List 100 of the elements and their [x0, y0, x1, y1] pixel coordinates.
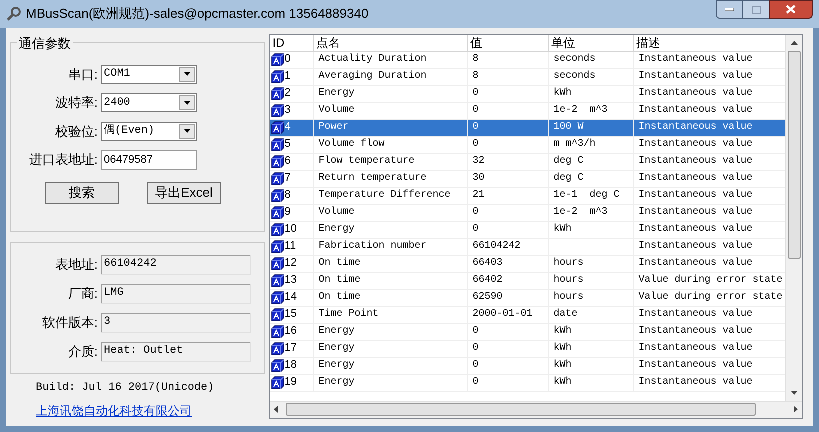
table-cell-text: 19: [284, 375, 297, 390]
table-row[interactable]: 0 Actuality Duration 8 seconds Instantaneous value: [270, 52, 786, 68]
table-row[interactable]: 13 On time 66402 hours Value during error state: [270, 272, 786, 290]
close-icon: [786, 5, 796, 14]
table-row[interactable]: 2 Energy 0 kWh Instantaneous value: [270, 86, 786, 102]
table-cell-text: Energy: [318, 325, 355, 339]
table-cell-text: 13: [284, 273, 297, 288]
table-cell-text: 1e-2 m^3: [554, 104, 608, 118]
table-cell-text: On time: [318, 290, 361, 305]
table-cell-text: Energy: [318, 376, 355, 390]
table-row[interactable]: 8 Temperature Difference 21 1e-1 deg C Instantaneous value: [270, 188, 786, 204]
table-cell-text: 0: [472, 104, 479, 118]
table-row[interactable]: 9 Volume 0 1e-2 m^3 Instantaneous value: [270, 204, 786, 222]
table-row[interactable]: 16 Energy 0 kWh Instantaneous value: [270, 324, 786, 340]
table-cell-text: 11: [284, 239, 296, 254]
maximize-icon: [752, 6, 760, 14]
table-cell-text: date: [554, 308, 578, 322]
table-cell-text: 4: [284, 120, 291, 136]
field-label: 进口表地址:: [28, 151, 98, 170]
table-cell-text: 0: [472, 138, 479, 152]
table-cell-text: Flow temperature: [318, 154, 415, 169]
table-row[interactable]: 3 Volume 0 1e-2 m^3 Instantaneous value: [270, 102, 786, 120]
table-cell-text: 100 W: [554, 121, 584, 135]
table-row[interactable]: 14 On time 62590 hours Value during error state: [270, 290, 786, 306]
field-label: 校验位:: [54, 122, 98, 140]
table-cell-text: Value during error state: [638, 290, 783, 305]
table-cell-text: 0: [472, 376, 479, 390]
table-cell-text: 32: [472, 155, 485, 169]
readonly-field: 66104242: [101, 254, 251, 274]
column-header[interactable]: 值: [468, 34, 549, 50]
table-cell-text: 3: [284, 103, 291, 118]
table-cell-text: Instantaneous value: [638, 70, 753, 84]
table-row[interactable]: 18 Energy 0 kWh Instantaneous value: [270, 358, 786, 374]
table-row[interactable]: 10 Energy 0 kWh Instantaneous value: [270, 222, 786, 238]
table-cell-text: 18: [284, 358, 297, 374]
scroll-thumb[interactable]: [788, 50, 801, 258]
table-cell-text: Energy: [318, 223, 355, 237]
table-cell-text: 66104242: [472, 240, 521, 254]
table-cell-text: seconds: [554, 52, 596, 67]
table-row[interactable]: 19 Energy 0 kWh Instantaneous value: [270, 374, 786, 392]
table-cell-text: Instantaneous value: [638, 206, 753, 220]
table-cell-text: 62590: [472, 291, 503, 305]
table-cell-text: Instantaneous value: [638, 308, 753, 322]
dropdown-arrow-icon: [184, 72, 190, 76]
column-header[interactable]: ID: [270, 34, 314, 50]
horizontal-scrollbar[interactable]: [270, 400, 802, 418]
table-cell-text: 1e-2 m^3: [554, 206, 608, 220]
maximize-button[interactable]: [743, 0, 769, 19]
input-field[interactable]: 06479587: [101, 150, 197, 170]
table-row[interactable]: 4 Power 0 100 W Instantaneous value: [270, 120, 786, 136]
table-cell-text: Averaging Duration: [318, 70, 427, 84]
table-cell-text: 0: [472, 325, 479, 339]
table-cell-text: Power: [318, 121, 349, 135]
field-label: 表地址:: [54, 256, 98, 274]
export-button[interactable]: 导出Excel: [147, 182, 221, 204]
table-cell-text: 8: [284, 188, 291, 204]
readonly-field: LMG: [101, 284, 251, 304]
table-cell-text: Instantaneous value: [638, 86, 753, 101]
table-cell-text: Instantaneous value: [638, 120, 753, 135]
table-cell-text: Instantaneous value: [638, 52, 753, 67]
field-label: 串口:: [67, 66, 98, 84]
field-label: 软件版本:: [41, 314, 98, 332]
table-cell-text: Return temperature: [318, 172, 427, 186]
table-row[interactable]: 17 Energy 0 kWh Instantaneous value: [270, 340, 786, 358]
scroll-thumb[interactable]: [286, 403, 756, 416]
search-button[interactable]: 搜索: [45, 182, 119, 204]
vertical-scrollbar[interactable]: [785, 34, 802, 400]
table-cell-text: Temperature Difference: [318, 188, 451, 203]
table-cell-text: Time Point: [318, 308, 379, 322]
dropdown[interactable]: 偶(Even): [101, 122, 197, 141]
dropdown[interactable]: COM1: [101, 64, 197, 84]
dropdown[interactable]: 2400: [101, 93, 197, 112]
close-button[interactable]: [769, 0, 813, 19]
table-cell-text: 15: [284, 307, 297, 322]
table-row[interactable]: 6 Flow temperature 32 deg C Instantaneous value: [270, 154, 786, 170]
table-cell-text: 30: [472, 172, 485, 186]
table-cell-text: Fabrication number: [318, 240, 427, 254]
table-cell-text: Value during error state: [638, 274, 783, 288]
table-cell-text: 0: [472, 342, 479, 356]
table-cell-text: Actuality Duration: [318, 52, 427, 67]
table-cell-text: 66403: [472, 257, 503, 271]
build-info: Build: Jul 16 2017(Unicode): [36, 380, 216, 396]
table-cell-text: 0: [472, 87, 479, 101]
column-header[interactable]: 单位: [548, 34, 634, 50]
table-cell-text: Instantaneous value: [638, 358, 753, 373]
table-row[interactable]: 15 Time Point 2000-01-01 date Instantaneous value: [270, 306, 786, 324]
table-row[interactable]: 7 Return temperature 30 deg C Instantaneous value: [270, 170, 786, 188]
company-link[interactable]: 上海讯饶自动化科技有限公司: [36, 402, 265, 420]
table-cell-text: 6: [284, 154, 291, 170]
table-cell-text: 66402: [472, 274, 503, 288]
window-title: MBusScan(欧洲规范)-sales@opcmaster.com 13564889340: [26, 5, 369, 23]
column-header[interactable]: 点名: [314, 34, 468, 50]
table-cell-text: deg C: [554, 154, 584, 169]
table-row[interactable]: 12 On time 66403 hours Instantaneous value: [270, 256, 786, 272]
table-cell-text: Energy: [318, 87, 355, 101]
table-row[interactable]: 1 Averaging Duration 8 seconds Instantaneous value: [270, 68, 786, 86]
table-cell-text: 5: [284, 137, 291, 152]
table-row[interactable]: 11 Fabrication number 66104242 Instantaneous value: [270, 238, 786, 256]
minimize-button[interactable]: [716, 0, 743, 19]
table-row[interactable]: 5 Volume flow 0 m m^3/h Instantaneous value: [270, 136, 786, 154]
